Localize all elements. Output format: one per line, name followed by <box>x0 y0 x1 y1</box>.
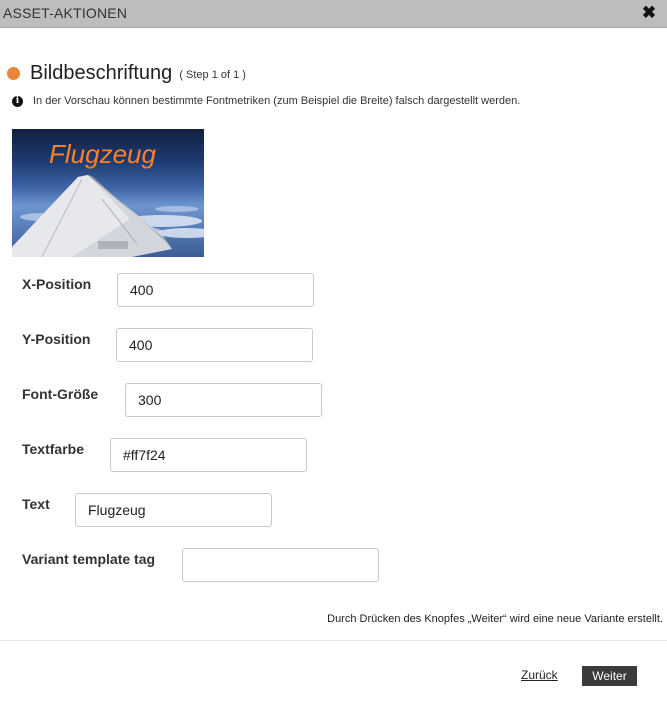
text-input[interactable] <box>75 493 272 527</box>
text-color-input[interactable] <box>110 438 307 472</box>
text-color-label: Textfarbe <box>22 441 84 457</box>
step-indicator: ( Step 1 of 1 ) <box>179 69 246 81</box>
font-size-label: Font-Größe <box>22 386 99 402</box>
info-icon: i <box>12 95 23 107</box>
dialog-titlebar: ASSET-AKTIONEN ✖ <box>0 0 667 28</box>
image-preview: Flugzeug <box>12 129 204 257</box>
x-position-input[interactable] <box>117 273 314 307</box>
close-icon[interactable]: ✖ <box>641 3 657 23</box>
y-position-input[interactable] <box>116 328 313 362</box>
font-size-input[interactable] <box>125 383 322 417</box>
status-dot-icon <box>7 66 20 80</box>
page-title: Bildbeschriftung <box>30 61 173 84</box>
asset-actions-dialog: ASSET-AKTIONEN ✖ Bildbeschriftung ( Step… <box>0 0 667 707</box>
y-position-label: Y-Position <box>22 331 91 347</box>
x-position-label: X-Position <box>22 276 92 292</box>
info-message: i In der Vorschau können bestimmte Fontm… <box>12 95 520 107</box>
next-button[interactable]: Weiter <box>582 666 637 686</box>
variant-template-tag-input[interactable] <box>182 548 379 582</box>
variant-template-tag-label: Variant template tag <box>22 551 156 567</box>
back-link[interactable]: Zurück <box>521 668 558 682</box>
info-text: In der Vorschau können bestimmte Fontmet… <box>33 95 521 107</box>
section-heading: Bildbeschriftung ( Step 1 of 1 ) <box>7 60 246 86</box>
preview-caption: Flugzeug <box>49 139 156 169</box>
footer-note: Durch Drücken des Knopfes „Weiter“ wird … <box>327 613 663 625</box>
text-label: Text <box>22 496 50 512</box>
dialog-title: ASSET-AKTIONEN <box>3 5 128 21</box>
footer-divider <box>0 640 667 641</box>
